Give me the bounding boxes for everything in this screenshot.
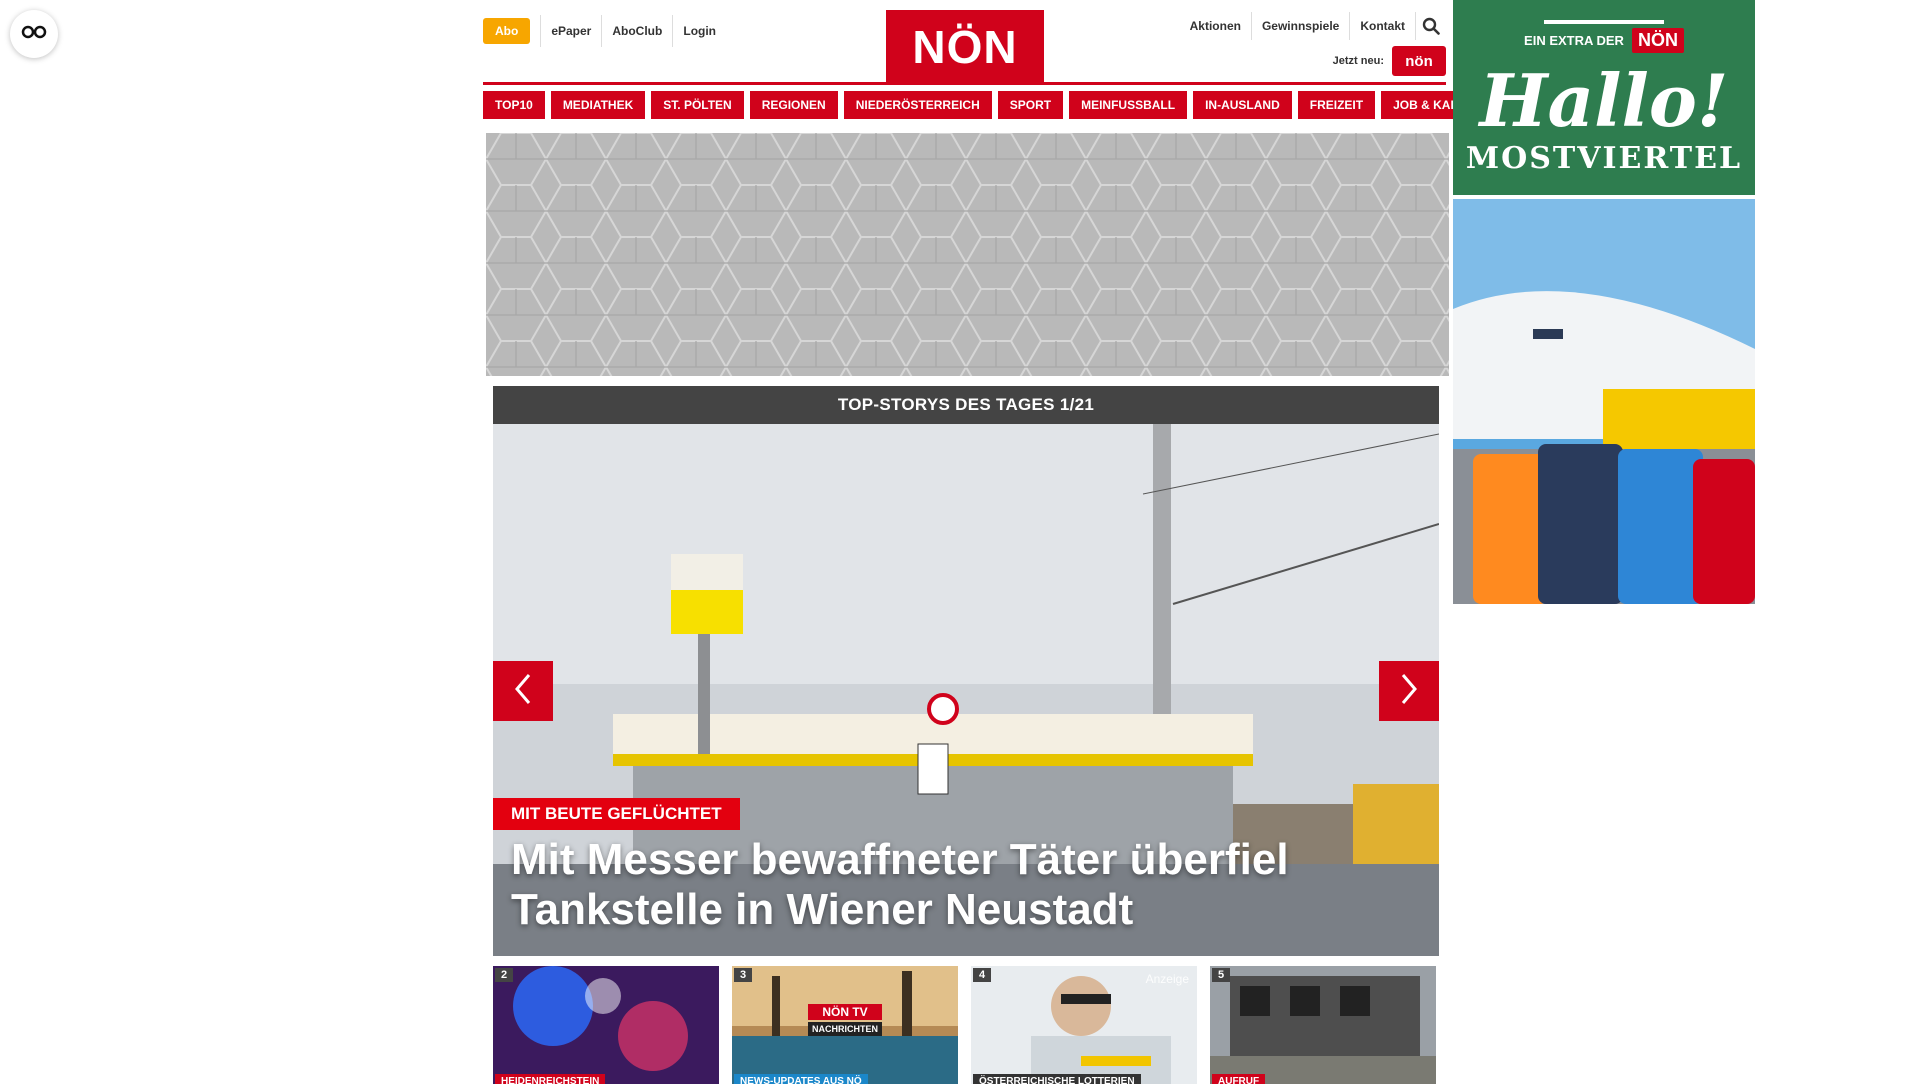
accessibility-button[interactable] [10,10,58,58]
jetzt-neu-label: Jetzt neu: [1332,55,1384,67]
ad-bar [1544,20,1664,24]
tv-badge: NÖN TV NACHRICHTEN [808,1004,882,1036]
extra-text: EIN EXTRA DER [1524,33,1624,48]
ad-banner[interactable] [486,133,1449,376]
epaper-link[interactable]: ePaper [540,15,601,47]
logo-text: NÖN [912,20,1018,73]
extra-logo: NÖN [1631,28,1684,53]
hallo-mostviertel-ad: EIN EXTRA DER NÖN Hallo! MOSTVIERTEL [1453,0,1755,195]
tv-subtitle: NACHRICHTEN [808,1022,882,1036]
abo-button[interactable]: Abo [483,18,531,44]
kontakt-link[interactable]: Kontakt [1350,12,1416,40]
ad-label: Anzeige [1145,972,1189,986]
thumb-number: 2 [495,968,514,982]
login-link[interactable]: Login [672,15,726,47]
thumb-story-4[interactable]: Anzeige 4 ÖSTERREICHISCHE LOTTERIEN [971,966,1197,1084]
main-nav: TOP10 MEDIATHEK ST. PÖLTEN REGIONEN NIED… [483,91,1508,119]
site-logo[interactable]: NÖN [886,10,1044,83]
search-icon[interactable] [1416,12,1446,40]
tv-title: NÖN TV [808,1004,882,1020]
thumb-story-2[interactable]: 2 HEIDENREICHSTEIN [493,966,719,1084]
aktionen-link[interactable]: Aktionen [1180,12,1252,40]
thumb-category: NEWS-UPDATES AUS NÖ [734,1074,868,1084]
site-header: Abo ePaper AboClub Login NÖN Aktionen Ge… [483,0,1446,85]
top-links: Abo ePaper AboClub Login [483,15,726,47]
thumb-category: HEIDENREICHSTEIN [495,1074,606,1084]
nav-item-sport[interactable]: SPORT [997,91,1064,119]
hallo-text: Hallo! [1479,58,1729,143]
nav-item-niederoesterreich[interactable]: NIEDERÖSTERREICH [843,91,992,119]
story-headline[interactable]: Mit Messer bewaffneter Täter überfiel Ta… [511,835,1411,935]
header-divider [483,82,1446,85]
right-links: Aktionen Gewinnspiele Kontakt [1180,12,1446,40]
carousel-next-button[interactable] [1379,661,1439,721]
nav-item-st-poelten[interactable]: ST. PÖLTEN [651,91,744,119]
jetzt-neu-logo: nön [1392,46,1446,76]
gewinnspiele-link[interactable]: Gewinnspiele [1252,12,1351,40]
thumb-number: 4 [973,968,992,982]
chevron-right-icon [1397,671,1421,712]
story-kicker: MIT BEUTE GEFLÜCHTET [493,798,740,830]
top-stories-header: TOP-STORYS DES TAGES 1/21 [493,386,1439,424]
jetzt-neu[interactable]: Jetzt neu: nön [1333,46,1446,76]
extra-row: EIN EXTRA DER NÖN [1524,28,1684,53]
glasses-icon [21,25,47,44]
hero-story[interactable]: MIT BEUTE GEFLÜCHTET Mit Messer bewaffne… [493,424,1439,956]
thumb-category: ÖSTERREICHISCHE LOTTERIEN [973,1074,1141,1084]
top-stories: TOP-STORYS DES TAGES 1/21 MIT BEUTE GEFL… [493,386,1439,956]
nav-item-regionen[interactable]: REGIONEN [749,91,838,119]
nav-item-freizeit[interactable]: FREIZEIT [1297,91,1376,119]
thumb-number: 5 [1212,968,1231,982]
story-thumbnails: 2 HEIDENREICHSTEIN NÖN TV NACHRICHTEN 3 … [493,966,1439,1084]
nav-item-top10[interactable]: TOP10 [483,91,545,119]
thumb-story-3[interactable]: NÖN TV NACHRICHTEN 3 NEWS-UPDATES AUS NÖ [732,966,958,1084]
aboclub-link[interactable]: AboClub [601,15,672,47]
carousel-prev-button[interactable] [493,661,553,721]
burnt-building-image [1210,966,1436,1084]
nav-item-in-ausland[interactable]: IN-AUSLAND [1193,91,1292,119]
nav-item-meinfussball[interactable]: MEINFUSSBALL [1069,91,1188,119]
side-ad[interactable]: EIN EXTRA DER NÖN Hallo! MOSTVIERTEL [1453,0,1755,604]
nav-item-mediathek[interactable]: MEDIATHEK [550,91,646,119]
chevron-left-icon [511,671,535,712]
thumb-number: 3 [734,968,753,982]
thumb-category: AUFRUF [1212,1074,1266,1084]
airport-luggage-image [1453,199,1755,604]
thumb-story-5[interactable]: 5 AUFRUF [1210,966,1436,1084]
mostviertel-text: MOSTVIERTEL [1465,141,1743,176]
police-lights-image [493,966,719,1084]
